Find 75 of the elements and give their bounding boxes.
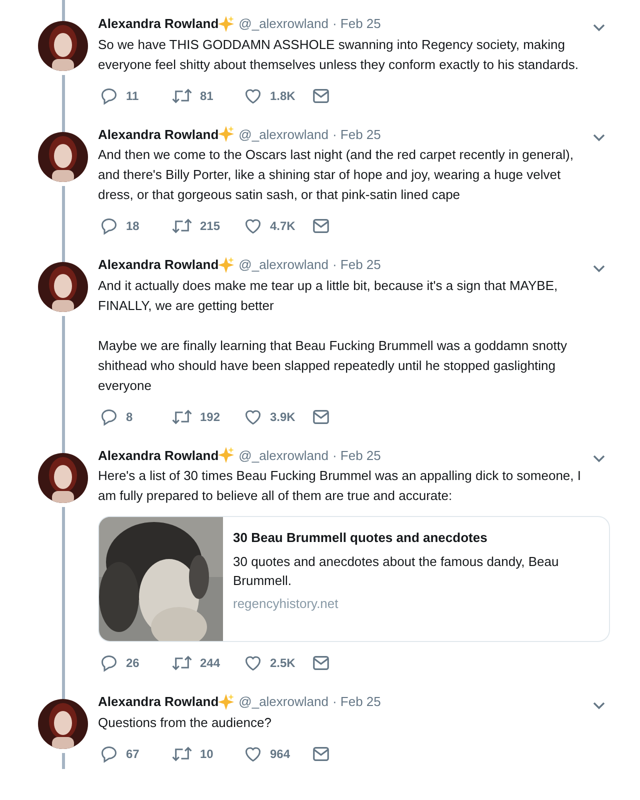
avatar[interactable] <box>38 262 88 312</box>
author-name[interactable]: Alexandra Rowland <box>98 692 219 712</box>
sparkle-icon <box>216 14 235 33</box>
like-icon[interactable] <box>244 86 262 104</box>
retweet-count: 215 <box>200 218 220 235</box>
card-domain: regencyhistory.net <box>233 595 340 613</box>
retweet-count: 81 <box>200 88 214 104</box>
sparkle-icon <box>216 125 235 144</box>
tweet-date[interactable]: · Feb 25 <box>332 446 381 465</box>
avatar[interactable] <box>38 132 88 182</box>
author-handle[interactable]: @_alexrowland <box>238 692 328 712</box>
avatar[interactable] <box>38 699 88 749</box>
like-icon[interactable] <box>244 744 262 762</box>
reply-icon[interactable] <box>100 408 118 426</box>
retweet-icon[interactable] <box>172 217 192 235</box>
reply-icon[interactable] <box>100 654 118 672</box>
tweet-date[interactable]: · Feb 25 <box>332 124 381 144</box>
sparkle-icon <box>216 692 235 711</box>
retweet-count: 10 <box>200 746 214 762</box>
reply-count: 26 <box>126 655 140 672</box>
retweet-icon[interactable] <box>172 744 192 762</box>
tweet-text: So we have THIS GODDAMN ASSHOLE swanning into Regency society, making everyone feel shitty about themselves unless they conform exactly to his standards. <box>98 36 580 74</box>
chevron-down-icon[interactable] <box>592 700 606 711</box>
chevron-down-icon[interactable] <box>592 264 606 274</box>
like-count: 2.5K <box>270 655 296 672</box>
author-handle[interactable]: @_alexrowland <box>238 14 328 34</box>
retweet-count: 244 <box>200 655 220 672</box>
reply-count: 11 <box>126 88 139 104</box>
link-card[interactable]: 30 Beau Brummell quotes and anecdotes 30 quotes and anecdotes about the famous dandy, Beau Brummell. regencyhistory.net <box>98 516 610 642</box>
tweet-text: Maybe we are finally learning that Beau Fucking Brummell was a goddamn snotty shithead who should have been slapped repeatedly until he stopped gaslighting everyone <box>98 336 568 395</box>
card-title: 30 Beau Brummell quotes and anecdotes <box>233 529 488 547</box>
reply-count: 8 <box>126 408 133 426</box>
mail-icon[interactable] <box>312 88 330 104</box>
tweet-text: And it actually does make me tear up a little bit, because it's a sign that MAYBE, FINALLY, we are getting better <box>98 276 559 315</box>
avatar[interactable] <box>38 21 88 71</box>
tweet-text: And then we come to the Oscars last night (and the red carpet recently in general), and there's Billy Porter, like a shining star of hope and joy, wearing a huge velvet dress, or that gorgeous satin sash, or that pink-satin lined cape <box>98 146 574 204</box>
like-icon[interactable] <box>244 408 262 426</box>
retweet-icon[interactable] <box>172 654 192 672</box>
like-count: 4.7K <box>270 218 296 235</box>
sparkle-icon <box>216 256 235 274</box>
author-handle[interactable]: @_alexrowland <box>238 446 328 465</box>
mail-icon[interactable] <box>312 218 330 234</box>
reply-icon[interactable] <box>100 86 118 104</box>
reply-count: 18 <box>126 218 140 235</box>
author-handle[interactable]: @_alexrowland <box>238 255 328 274</box>
tweet-text: Questions from the audience? <box>98 714 272 732</box>
mail-icon[interactable] <box>312 408 330 424</box>
mail-icon[interactable] <box>312 655 330 671</box>
reply-count: 67 <box>126 746 140 762</box>
retweet-icon[interactable] <box>172 86 192 104</box>
retweet-count: 192 <box>200 408 220 426</box>
sparkle-icon <box>216 446 235 464</box>
tweet-date[interactable]: · Feb 25 <box>332 255 381 274</box>
author-name[interactable]: Alexandra Rowland <box>98 14 219 34</box>
tweet-date[interactable]: · Feb 25 <box>332 14 381 34</box>
card-description: 30 quotes and anecdotes about the famous dandy, Beau Brummell. <box>233 553 560 590</box>
like-count: 3.9K <box>270 408 296 426</box>
like-count: 1.8K <box>270 88 296 104</box>
author-handle[interactable]: @_alexrowland <box>238 124 328 144</box>
retweet-icon[interactable] <box>172 408 192 426</box>
reply-icon[interactable] <box>100 744 118 762</box>
chevron-down-icon[interactable] <box>592 22 606 33</box>
chevron-down-icon[interactable] <box>592 133 606 144</box>
like-icon[interactable] <box>244 654 262 672</box>
tweet-date[interactable]: · Feb 25 <box>332 692 381 712</box>
reply-icon[interactable] <box>100 217 118 235</box>
like-icon[interactable] <box>244 217 262 235</box>
author-name[interactable]: Alexandra Rowland <box>98 124 219 144</box>
author-name[interactable]: Alexandra Rowland <box>98 446 219 465</box>
author-name[interactable]: Alexandra Rowland <box>98 255 219 274</box>
avatar[interactable] <box>38 452 88 502</box>
chevron-down-icon[interactable] <box>592 454 606 464</box>
mail-icon[interactable] <box>312 746 330 762</box>
like-count: 964 <box>270 746 290 762</box>
tweet-text: Here's a list of 30 times Beau Fucking Brummel was an appalling dick to someone, I am fully prepared to believe all of them are true and accurate: <box>98 467 582 505</box>
